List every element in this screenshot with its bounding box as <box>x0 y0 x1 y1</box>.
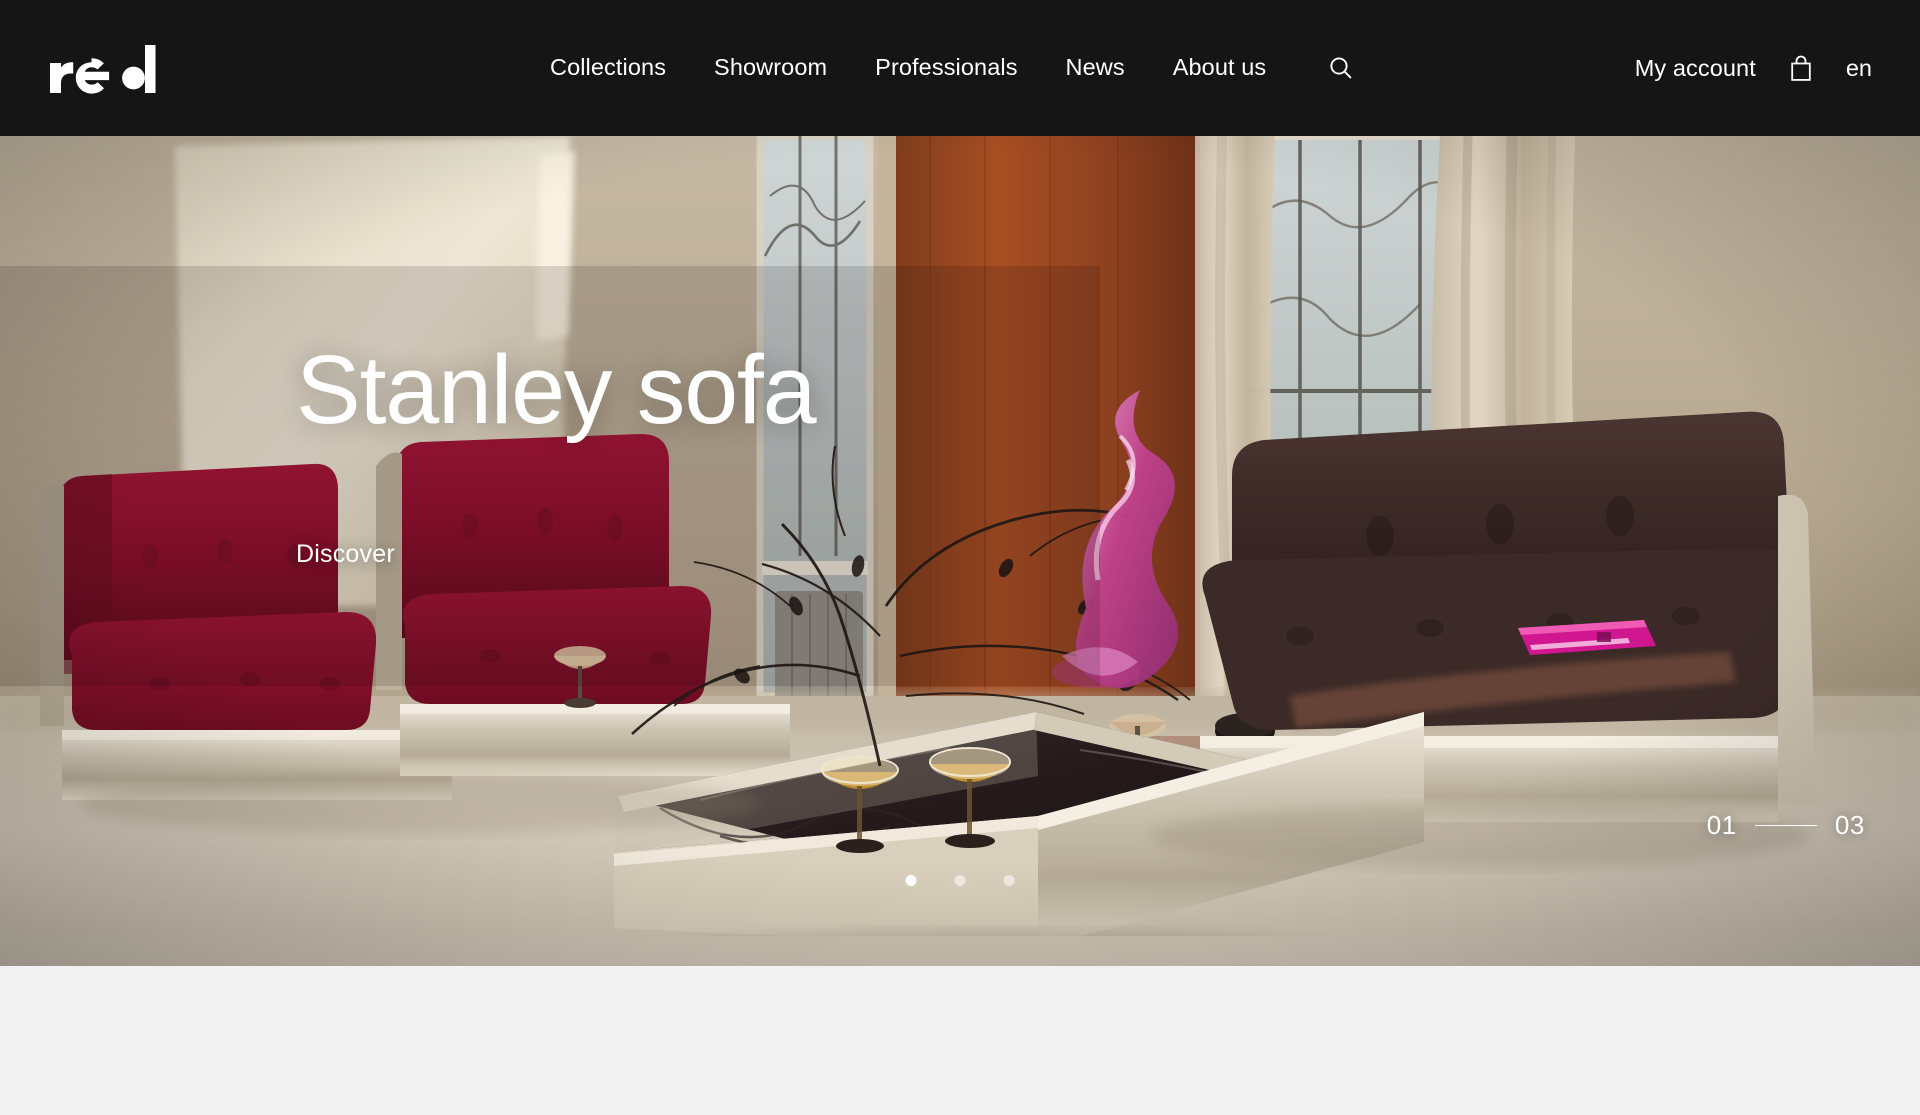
site-header: Collections Showroom Professionals News … <box>0 0 1920 136</box>
red-wordmark-logo <box>50 45 156 94</box>
language-selector[interactable]: en <box>1846 55 1872 82</box>
slide-counter: 01 03 <box>1707 810 1865 841</box>
shopping-bag-icon <box>1791 55 1811 81</box>
nav-item-showroom[interactable]: Showroom <box>712 50 829 86</box>
hero-dot-3[interactable] <box>1003 875 1015 886</box>
below-fold-section <box>0 966 1920 1115</box>
hero-image <box>0 136 1920 966</box>
hero-pagination <box>905 875 1015 886</box>
hero-title: Stanley sofa <box>296 335 817 444</box>
nav-item-collections[interactable]: Collections <box>548 50 668 86</box>
brand-logo[interactable] <box>48 43 176 95</box>
hero-dot-2[interactable] <box>954 875 966 886</box>
nav-item-professionals[interactable]: Professionals <box>873 50 1019 86</box>
slide-counter-current: 01 <box>1706 810 1737 840</box>
slide-counter-total: 03 <box>1834 810 1865 840</box>
primary-navigation: Collections Showroom Professionals News … <box>548 0 1358 136</box>
discover-link[interactable]: Discover <box>296 540 395 569</box>
search-icon <box>1330 57 1352 79</box>
hero-content: Stanley sofa Discover <box>296 335 817 569</box>
header-utilities: My account en <box>1635 0 1872 136</box>
cart-button[interactable] <box>1786 51 1816 85</box>
nav-item-about-us[interactable]: About us <box>1171 50 1269 86</box>
search-button[interactable] <box>1324 51 1358 85</box>
nav-item-news[interactable]: News <box>1064 50 1127 86</box>
my-account-link[interactable]: My account <box>1635 55 1756 82</box>
hero-slider: Stanley sofa Discover 01 03 <box>0 136 1920 966</box>
slide-counter-rule <box>1754 825 1817 826</box>
hero-dot-1[interactable] <box>905 875 917 886</box>
